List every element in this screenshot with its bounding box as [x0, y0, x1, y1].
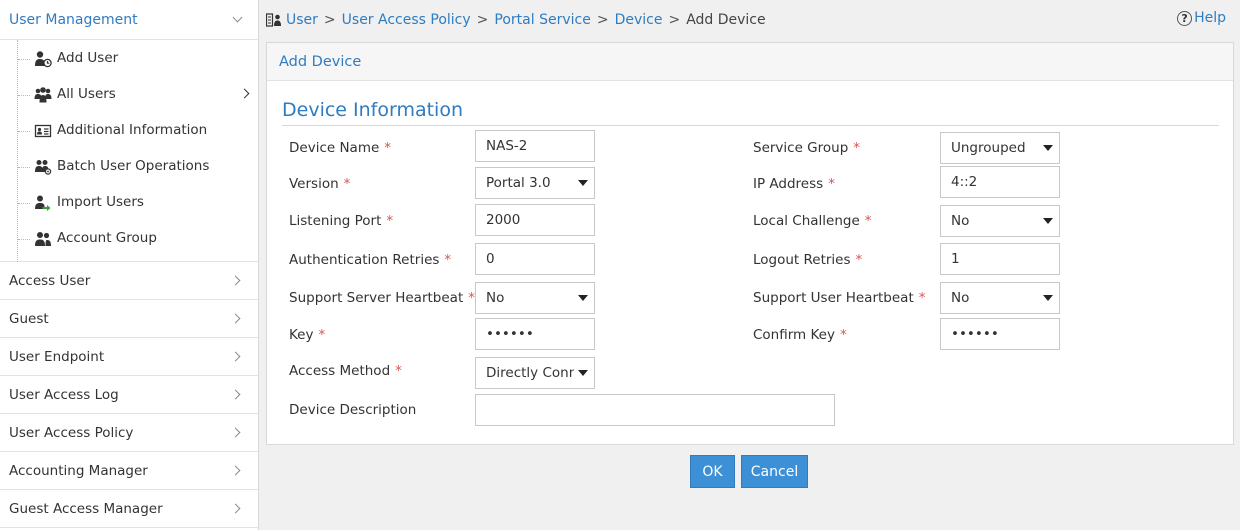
access-method-select[interactable]: Directly Conne — [475, 357, 595, 389]
sidebar-item-label: User Access Log — [9, 386, 119, 403]
user-management-submenu: Add User All Users Additional Informatio… — [0, 40, 258, 262]
auth-retries-label: Authentication Retries * — [289, 252, 452, 268]
sidebar-item-batch-user-operations[interactable]: Batch User Operations — [0, 149, 258, 185]
breadcrumb: User > User Access Policy > Portal Servi… — [266, 10, 766, 30]
chevron-down-icon — [232, 12, 243, 23]
auth-retries-input[interactable]: 0 — [475, 243, 595, 275]
chevron-right-icon — [230, 503, 241, 514]
breadcrumb-link-device[interactable]: Device — [615, 12, 663, 28]
chevron-right-icon — [230, 427, 241, 438]
access-method-label: Access Method * — [289, 363, 402, 379]
sidebar-item-label: User Access Policy — [9, 424, 134, 441]
dropdown-caret-icon — [1043, 218, 1053, 224]
breadcrumb-link-user-access-policy[interactable]: User Access Policy — [342, 12, 471, 28]
user-heartbeat-select[interactable]: No — [940, 282, 1060, 314]
chevron-right-icon — [230, 389, 241, 400]
sidebar-item-label: User Management — [9, 11, 138, 28]
breadcrumb-current: Add Device — [686, 12, 766, 28]
logout-retries-label: Logout Retries * — [753, 252, 863, 268]
id-card-icon — [34, 124, 52, 138]
help-link[interactable]: ? Help — [1177, 10, 1226, 26]
local-challenge-label: Local Challenge * — [753, 213, 872, 229]
sidebar-item-label: Additional Information — [57, 122, 208, 138]
import-users-icon — [35, 195, 51, 211]
listening-port-label: Listening Port * — [289, 213, 394, 229]
add-user-icon — [35, 51, 52, 68]
sidebar: User Management Add User All Users Addit… — [0, 0, 259, 530]
breadcrumb-link-portal-service[interactable]: Portal Service — [494, 12, 590, 28]
device-description-input[interactable] — [475, 394, 835, 426]
all-users-icon — [34, 87, 52, 103]
device-description-label: Device Description — [289, 402, 417, 418]
dropdown-caret-icon — [578, 180, 588, 186]
sidebar-item-label: Guest Access Manager — [9, 500, 163, 517]
chevron-right-icon — [230, 313, 241, 324]
sidebar-item-label: Guest — [9, 310, 49, 327]
sidebar-item-label: User Endpoint — [9, 348, 105, 365]
ip-address-input[interactable]: 4::2 — [940, 166, 1060, 198]
section-title: Device Information — [282, 99, 464, 121]
chevron-right-icon — [230, 465, 241, 476]
cancel-button[interactable]: Cancel — [741, 455, 808, 488]
breadcrumb-separator: > — [668, 12, 681, 28]
dropdown-caret-icon — [578, 370, 588, 376]
logout-retries-input[interactable]: 1 — [940, 243, 1060, 275]
chevron-right-icon — [230, 275, 241, 286]
server-heartbeat-select[interactable]: No — [475, 282, 595, 314]
sidebar-item-label: Add User — [57, 50, 119, 66]
key-label: Key * — [289, 327, 326, 343]
sidebar-item-user-access-log[interactable]: User Access Log — [0, 376, 258, 414]
sidebar-item-account-group[interactable]: Account Group — [0, 221, 258, 257]
dropdown-caret-icon — [1043, 145, 1053, 151]
confirm-key-label: Confirm Key * — [753, 327, 847, 343]
service-group-select[interactable]: Ungrouped — [940, 132, 1060, 164]
sidebar-item-label: Import Users — [57, 194, 144, 210]
breadcrumb-separator: > — [476, 12, 489, 28]
sidebar-item-import-users[interactable]: Import Users — [0, 185, 258, 221]
sidebar-item-add-user[interactable]: Add User — [0, 41, 258, 77]
dropdown-caret-icon — [578, 295, 588, 301]
chevron-right-icon — [230, 351, 241, 362]
sidebar-item-label: Batch User Operations — [57, 158, 210, 174]
sidebar-item-all-users[interactable]: All Users — [0, 77, 258, 113]
breadcrumb-separator: > — [323, 12, 336, 28]
service-group-label: Service Group * — [753, 140, 861, 156]
breadcrumb-separator: > — [596, 12, 609, 28]
listening-port-input[interactable]: 2000 — [475, 204, 595, 236]
sidebar-item-user-endpoint[interactable]: User Endpoint — [0, 338, 258, 376]
sidebar-item-additional-information[interactable]: Additional Information — [0, 113, 258, 149]
sidebar-item-label: Accounting Manager — [9, 462, 148, 479]
breadcrumb-users-icon — [266, 13, 281, 27]
version-select[interactable]: Portal 3.0 — [475, 167, 595, 199]
sidebar-item-label: All Users — [57, 86, 116, 102]
server-heartbeat-label: Support Server Heartbeat * — [289, 290, 475, 306]
help-icon: ? — [1177, 10, 1193, 26]
key-input[interactable]: •••••• — [475, 318, 595, 350]
device-name-label: Device Name * — [289, 140, 392, 156]
ip-address-label: IP Address * — [753, 176, 835, 192]
breadcrumb-link-user[interactable]: User — [286, 12, 318, 28]
version-label: Version * — [289, 176, 351, 192]
panel-title: Add Device — [267, 43, 1233, 81]
section-divider — [282, 125, 1219, 126]
sidebar-item-access-user[interactable]: Access User — [0, 262, 258, 300]
sidebar-item-label: Account Group — [57, 230, 157, 246]
confirm-key-input[interactable]: •••••• — [940, 318, 1060, 350]
user-heartbeat-label: Support User Heartbeat * — [753, 290, 926, 306]
sidebar-item-guest[interactable]: Guest — [0, 300, 258, 338]
add-device-panel: Add Device Device Information Device Nam… — [266, 42, 1234, 445]
sidebar-item-label: Access User — [9, 272, 91, 289]
local-challenge-select[interactable]: No — [940, 205, 1060, 237]
sidebar-item-guest-access-manager[interactable]: Guest Access Manager — [0, 490, 258, 528]
sidebar-item-user-management[interactable]: User Management — [0, 0, 258, 40]
account-group-icon — [35, 232, 51, 246]
batch-users-icon — [35, 160, 52, 175]
chevron-right-icon — [239, 88, 250, 99]
sidebar-item-accounting-manager[interactable]: Accounting Manager — [0, 452, 258, 490]
device-name-input[interactable]: NAS-2 — [475, 130, 595, 162]
help-label: Help — [1194, 10, 1226, 26]
dropdown-caret-icon — [1043, 295, 1053, 301]
sidebar-item-user-access-policy[interactable]: User Access Policy — [0, 414, 258, 452]
ok-button[interactable]: OK — [690, 455, 735, 488]
